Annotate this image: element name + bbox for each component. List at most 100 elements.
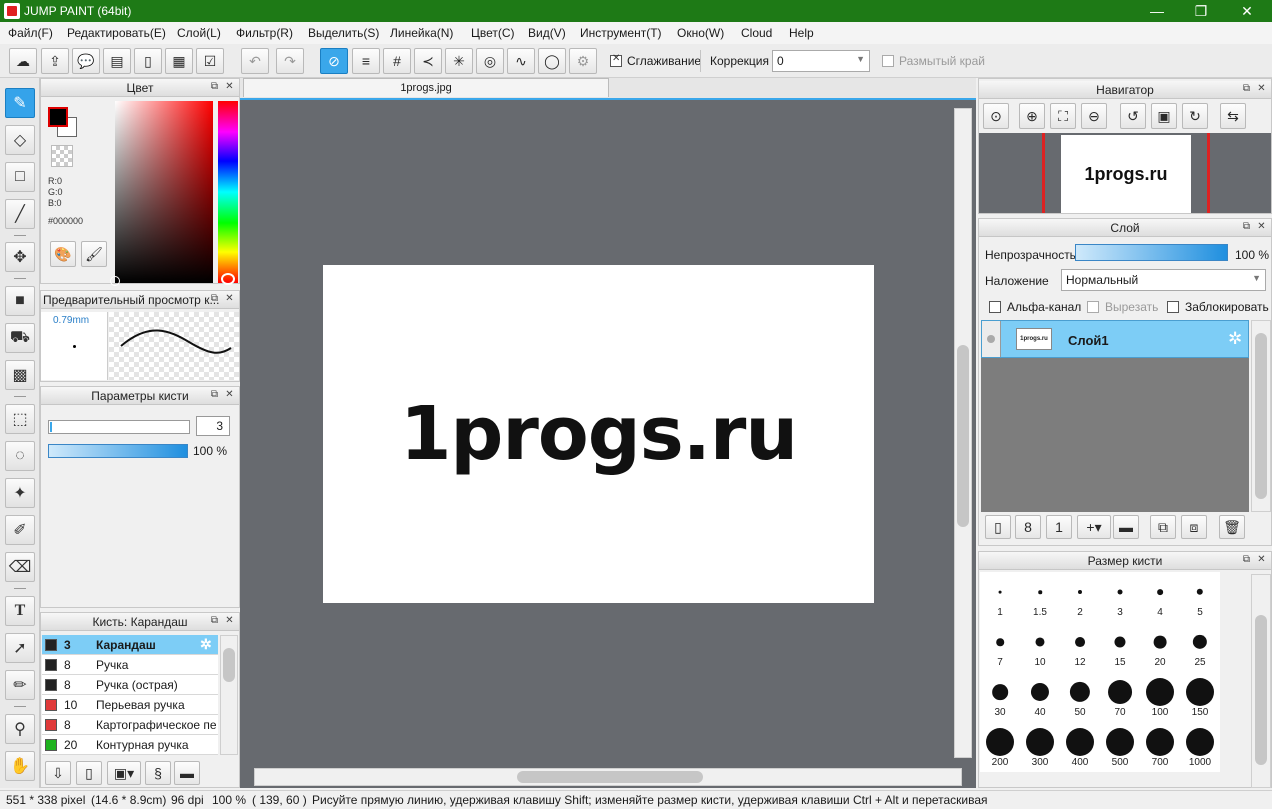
zoom-in-icon[interactable]: ⊕	[1019, 103, 1045, 129]
undock-icon[interactable]: ⧉	[208, 615, 221, 628]
delete-layer-icon[interactable]: 🗑	[1219, 515, 1245, 539]
checklist-icon[interactable]: ☑	[196, 48, 224, 74]
menu-cloud[interactable]: Cloud	[741, 26, 772, 40]
flip-horizontal-icon[interactable]: ⇆	[1220, 103, 1246, 129]
layer-visibility-toggle[interactable]	[982, 321, 1001, 357]
brush-size-option[interactable]: 700	[1140, 722, 1180, 772]
duplicate-layer-icon[interactable]: ⧉	[1150, 515, 1176, 539]
brush-size-input[interactable]: 3	[196, 416, 230, 436]
redo-icon[interactable]: ↷	[276, 48, 304, 74]
perspective-ruler-icon[interactable]: ≺	[414, 48, 442, 74]
brush-opacity-slider[interactable]	[48, 444, 188, 458]
alpha-channel-checkbox[interactable]	[989, 301, 1001, 316]
no-ruler-icon[interactable]: ⊘	[320, 48, 348, 74]
brush-size-option[interactable]: 500	[1100, 722, 1140, 772]
lasso-tool-icon[interactable]: ◌	[5, 441, 35, 471]
brush-size-option[interactable]: 40	[1020, 672, 1060, 722]
saturation-value-picker[interactable]	[115, 101, 213, 283]
palette-edit-icon[interactable]: 🖌	[81, 241, 107, 267]
cloud-download-icon[interactable]: ⇩	[45, 761, 71, 785]
gradient-tool-icon[interactable]: ▩	[5, 360, 35, 390]
transparent-color-swatch[interactable]	[51, 145, 73, 167]
layer-folder-icon[interactable]: ▬	[1113, 515, 1139, 539]
brush-size-option[interactable]: 25	[1180, 622, 1220, 672]
brush-settings-gear-icon[interactable]: ✲	[200, 636, 212, 653]
canvas-hscrollbar[interactable]	[254, 768, 962, 786]
brush-tool-icon[interactable]: ✎	[5, 88, 35, 118]
close-icon[interactable]: ✕	[1255, 83, 1268, 96]
scrollbar-thumb[interactable]	[223, 648, 235, 682]
ruler-settings-icon[interactable]: ⚙	[569, 48, 597, 74]
brush-size-option[interactable]: 5	[1180, 572, 1220, 622]
parallel-ruler-icon[interactable]: ≡	[352, 48, 380, 74]
undock-icon[interactable]: ⧉	[1240, 83, 1253, 96]
correction-select[interactable]: 0 ▼	[772, 50, 870, 72]
concentric-ruler-icon[interactable]: ◎	[476, 48, 504, 74]
brush-size-option[interactable]: 300	[1020, 722, 1060, 772]
palette-icon[interactable]: 🎨	[50, 241, 76, 267]
brush-size-option[interactable]: 3	[1100, 572, 1140, 622]
new-layer-icon[interactable]: ▯	[985, 515, 1011, 539]
brush-size-option[interactable]: 4	[1140, 572, 1180, 622]
brush-size-option[interactable]: 50	[1060, 672, 1100, 722]
brush-size-option[interactable]: 15	[1100, 622, 1140, 672]
brush-settings-icon[interactable]: §	[145, 761, 171, 785]
document-tab[interactable]: 1progs.jpg	[243, 78, 609, 97]
menu-help[interactable]: Help	[789, 26, 814, 40]
smoothing-checkbox[interactable]	[610, 53, 622, 70]
brush-list-item[interactable]: 8 Ручка	[42, 655, 218, 675]
layer-row[interactable]: 1progs.ru Слой1 ✲	[981, 320, 1249, 358]
brush-size-option[interactable]: 2	[1060, 572, 1100, 622]
menu-window[interactable]: Окно(W)	[677, 26, 724, 40]
brush-size-option[interactable]: 70	[1100, 672, 1140, 722]
blend-mode-select[interactable]: Нормальный ▼	[1061, 269, 1266, 291]
brush-size-option[interactable]: 7	[980, 622, 1020, 672]
menu-color[interactable]: Цвет(C)	[471, 26, 515, 40]
layer-opacity-slider[interactable]	[1075, 244, 1228, 261]
add-layer-menu-icon[interactable]: +▾	[1077, 515, 1111, 539]
brush-size-option[interactable]: 200	[980, 722, 1020, 772]
rotate-left-icon[interactable]: ↺	[1120, 103, 1146, 129]
layer-settings-gear-icon[interactable]: ✲	[1228, 329, 1242, 349]
canvas-document[interactable]: 1progs.ru	[323, 265, 874, 603]
menu-filter[interactable]: Фильтр(R)	[236, 26, 293, 40]
close-icon[interactable]: ✕	[223, 615, 236, 628]
primary-color-swatch[interactable]	[48, 107, 68, 127]
menu-layer[interactable]: Слой(L)	[177, 26, 221, 40]
canvas-vscrollbar[interactable]	[954, 108, 972, 758]
grid-ruler-icon[interactable]: #	[383, 48, 411, 74]
rotate-right-icon[interactable]: ↻	[1182, 103, 1208, 129]
rectangle-tool-icon[interactable]: □	[5, 162, 35, 192]
close-icon[interactable]: ✕	[223, 81, 236, 94]
restore-button[interactable]: ❐	[1178, 0, 1224, 22]
clip-checkbox[interactable]	[1087, 301, 1099, 316]
brush-size-option[interactable]: 30	[980, 672, 1020, 722]
scrollbar-thumb[interactable]	[957, 345, 969, 527]
menu-file[interactable]: Файл(F)	[8, 26, 53, 40]
reset-rotation-icon[interactable]: ▣	[1151, 103, 1177, 129]
brush-list-item[interactable]: 3 Карандаш ✲	[42, 635, 218, 655]
brush-size-option[interactable]: 100	[1140, 672, 1180, 722]
new-brush-icon[interactable]: ▯	[76, 761, 102, 785]
pencil-tool-icon[interactable]: ✏	[5, 670, 35, 700]
close-icon[interactable]: ✕	[223, 293, 236, 306]
fit-screen-icon[interactable]: ⛶	[1050, 103, 1076, 129]
move-tool-icon[interactable]: ✥	[5, 242, 35, 272]
brush-size-option[interactable]: 10	[1020, 622, 1060, 672]
blur-edge-checkbox[interactable]	[882, 55, 894, 70]
undo-icon[interactable]: ↶	[241, 48, 269, 74]
brush-list-item[interactable]: 8 Картографическое пе	[42, 715, 218, 735]
close-button[interactable]: ✕	[1224, 0, 1270, 22]
undock-icon[interactable]: ⧉	[1240, 554, 1253, 567]
curve-ruler-icon[interactable]: ∿	[507, 48, 535, 74]
hand-tool-icon[interactable]: ✋	[5, 751, 35, 781]
close-icon[interactable]: ✕	[1255, 554, 1268, 567]
undock-icon[interactable]: ⧉	[208, 389, 221, 402]
menu-edit[interactable]: Редактировать(E)	[67, 26, 166, 40]
lock-checkbox[interactable]	[1167, 301, 1179, 316]
select-pen-tool-icon[interactable]: ✐	[5, 515, 35, 545]
zoom-actual-icon[interactable]: ⊙	[983, 103, 1009, 129]
brush-size-slider[interactable]	[48, 420, 190, 434]
hue-slider-handle[interactable]	[221, 273, 235, 285]
share-icon[interactable]: ⇪	[41, 48, 69, 74]
